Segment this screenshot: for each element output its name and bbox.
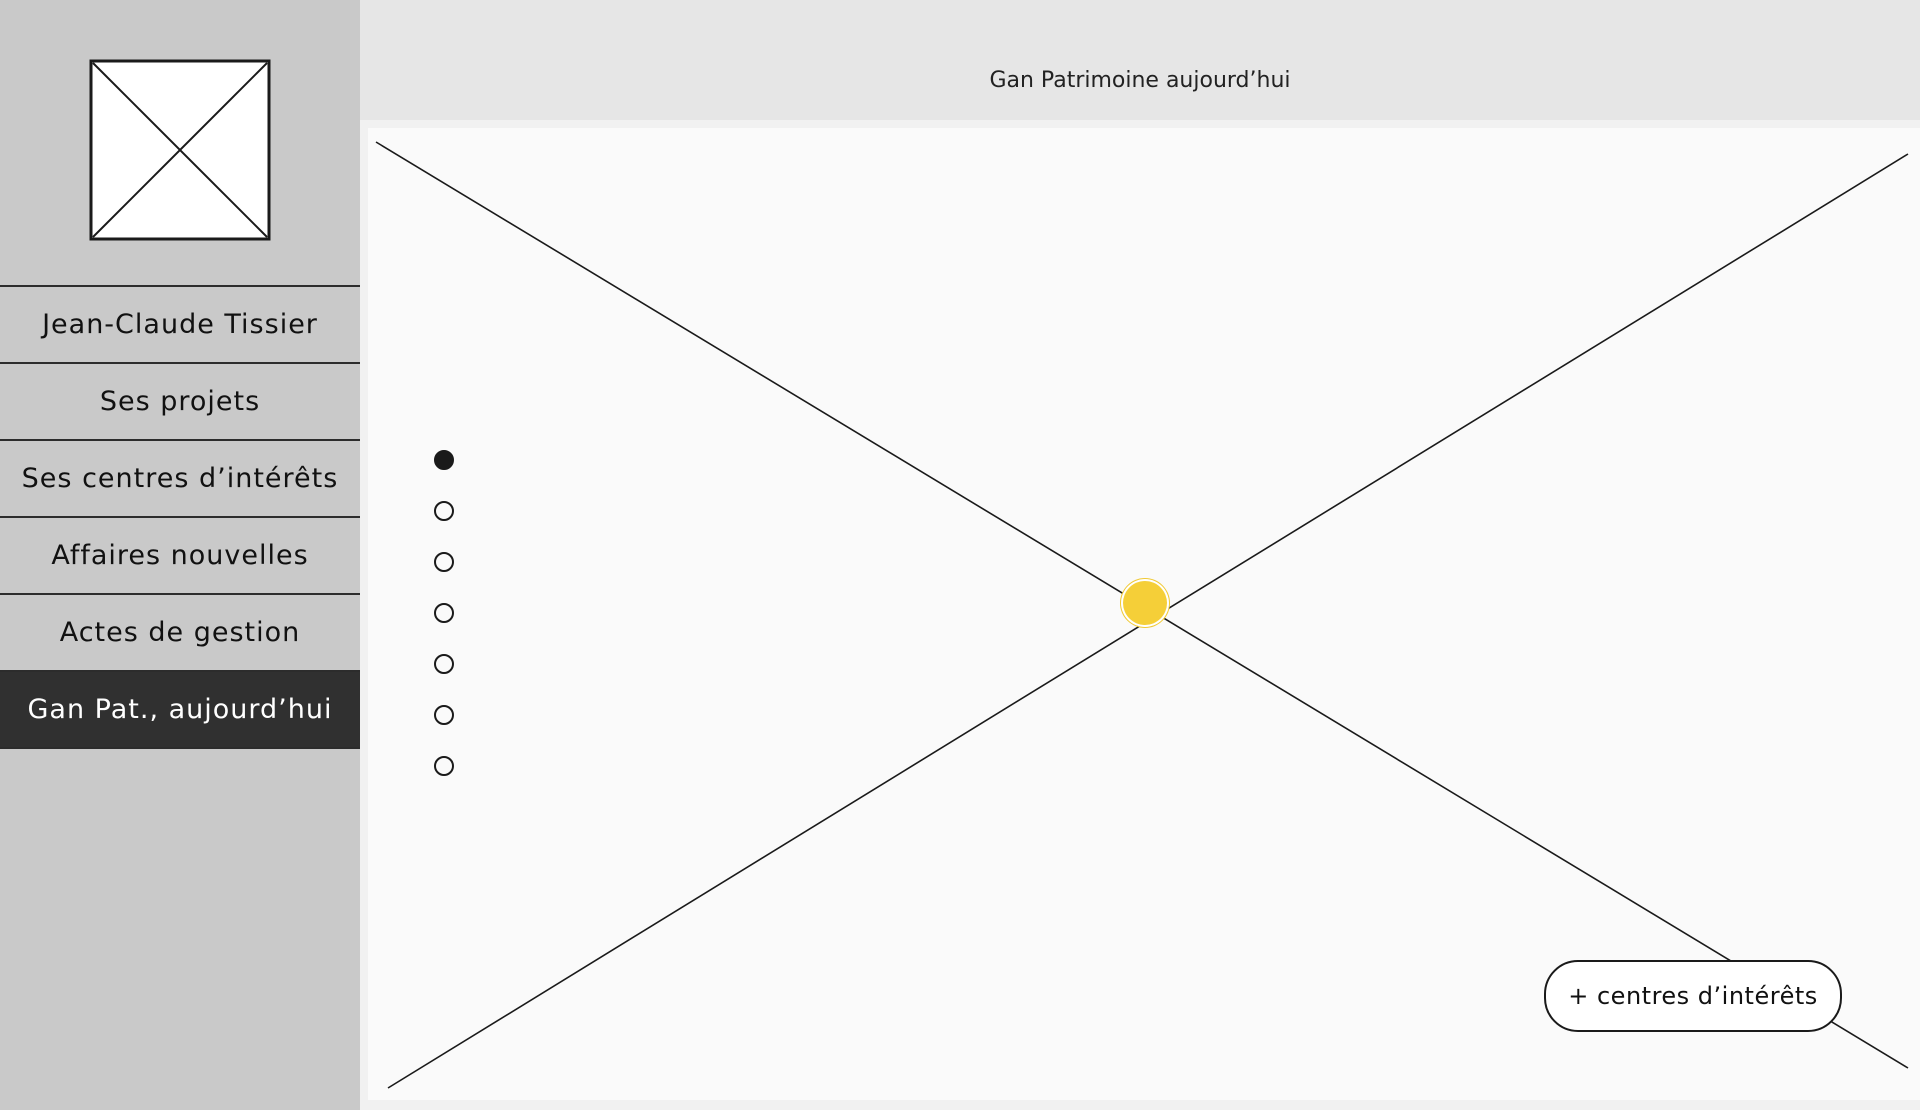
add-button-label: + centres d’intérêts [1568, 982, 1818, 1010]
page-title: Gan Patrimoine aujourd’hui [989, 68, 1291, 93]
sidebar-item-gan-aujourdhui[interactable]: Gan Pat., aujourd’hui [0, 672, 360, 747]
sidebar-item-centres-interets[interactable]: Ses centres d’intérêts [0, 441, 360, 516]
sidebar-nav: Jean-Claude Tissier Ses projets Ses cent… [0, 285, 360, 749]
add-centres-interets-button[interactable]: + centres d’intérêts [1544, 960, 1842, 1032]
divider [0, 747, 360, 749]
sidebar-item-label: Affaires nouvelles [51, 540, 309, 571]
page-header: Gan Patrimoine aujourd’hui [360, 0, 1920, 120]
sidebar-item-label: Actes de gestion [59, 617, 301, 648]
main-content: + centres d’intérêts [360, 120, 1920, 1110]
sidebar: Jean-Claude Tissier Ses projets Ses cent… [0, 0, 360, 1110]
carousel-dot[interactable] [434, 450, 454, 470]
carousel-dot[interactable] [434, 654, 454, 674]
logo-placeholder-icon [89, 59, 271, 241]
sidebar-item-label: Gan Pat., aujourd’hui [27, 694, 333, 725]
sidebar-item-label: Ses projets [99, 386, 261, 417]
hotspot-marker[interactable] [1123, 581, 1167, 625]
sidebar-item-projets[interactable]: Ses projets [0, 364, 360, 439]
carousel-dot[interactable] [434, 603, 454, 623]
carousel-dot[interactable] [434, 705, 454, 725]
carousel-indicators [434, 450, 464, 807]
sidebar-item-label: Jean-Claude Tissier [42, 309, 318, 340]
carousel-dot[interactable] [434, 552, 454, 572]
sidebar-item-client[interactable]: Jean-Claude Tissier [0, 287, 360, 362]
sidebar-item-affaires-nouvelles[interactable]: Affaires nouvelles [0, 518, 360, 593]
carousel-dot[interactable] [434, 501, 454, 521]
carousel-dot[interactable] [434, 756, 454, 776]
sidebar-item-actes-gestion[interactable]: Actes de gestion [0, 595, 360, 670]
sidebar-item-label: Ses centres d’intérêts [21, 463, 339, 494]
